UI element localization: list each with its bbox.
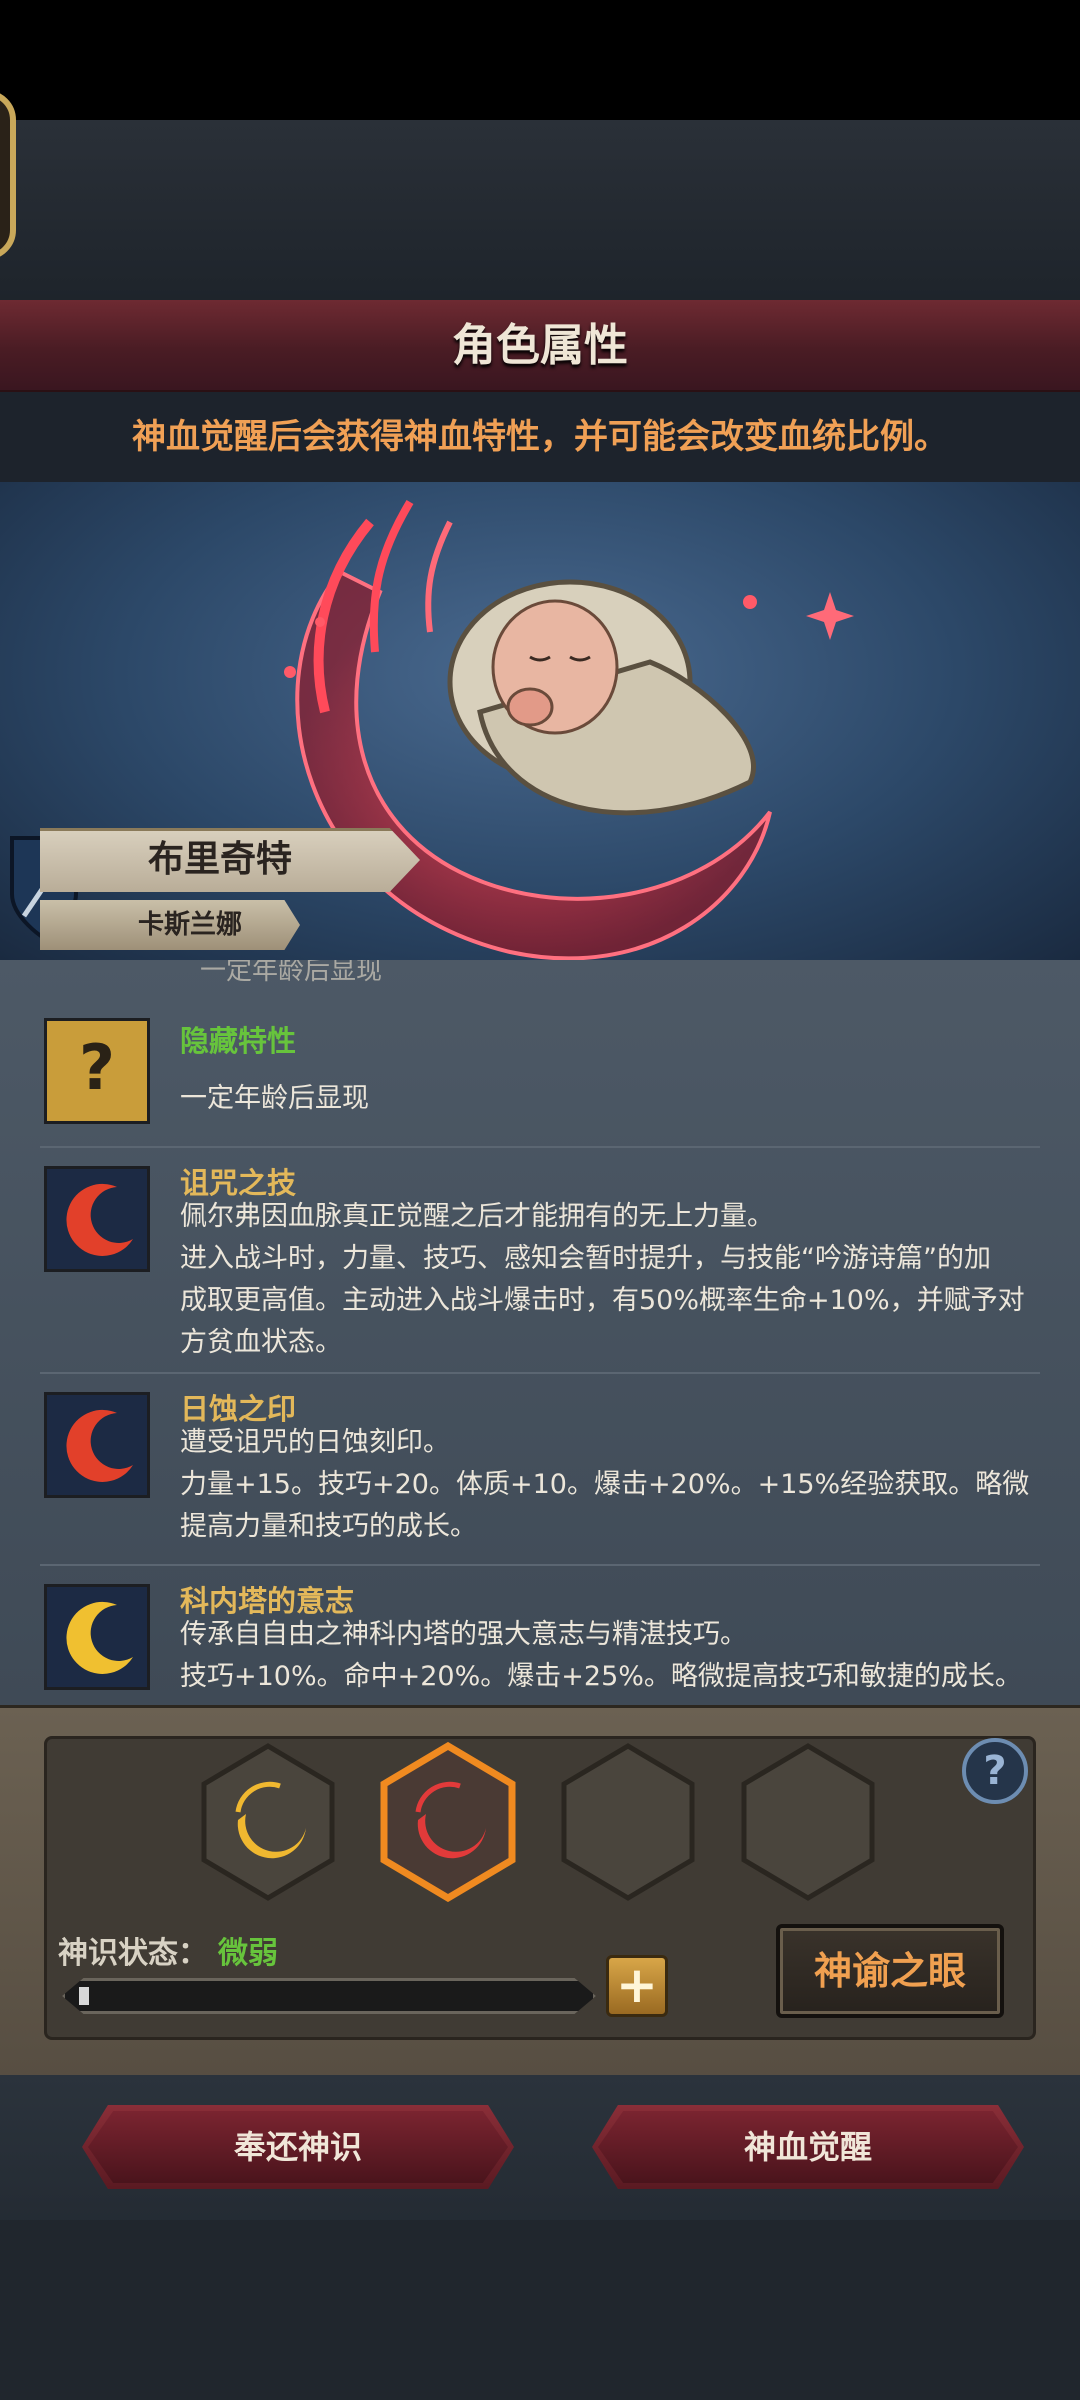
trait-description: 成取更高值。主动进入战斗爆击时，有50%概率生命+10%，并赋予对	[180, 1285, 1025, 1316]
notice-bar: 神血觉醒后会获得神血特性，并可能会改变血统比例。	[0, 392, 1080, 482]
bottom-dark-band	[0, 2220, 1080, 2400]
character-name-banner: 布里奇特	[0, 828, 420, 892]
return-divine-button[interactable]: 奉还神识	[82, 2105, 514, 2189]
awakening-notice: 神血觉醒后会获得神血特性，并可能会改变血统比例。	[132, 417, 948, 457]
character-name: 布里奇特	[147, 839, 292, 880]
return-divine-label: 奉还神识	[233, 2128, 362, 2166]
divine-status-value: 微弱	[218, 1936, 278, 1971]
plus-icon: +	[616, 1956, 658, 2014]
trait-name: 隐藏特性	[180, 1024, 297, 1058]
trait-divider	[40, 1564, 1040, 1566]
help-button[interactable]: ?	[962, 1738, 1028, 1804]
divine-status-label: 神识状态：	[58, 1936, 208, 1971]
top-dark-band	[0, 120, 1080, 300]
blood-awaken-label: 神血觉醒	[743, 2128, 872, 2166]
trait-description: 传承自自由之神科内塔的强大意志与精湛技巧。	[180, 1619, 747, 1650]
red-crescent-icon	[44, 1392, 150, 1498]
blood-awaken-button[interactable]: 神血觉醒	[592, 2105, 1024, 2189]
trait-description: 佩尔弗因血脉真正觉醒之后才能拥有的无上力量。	[180, 1201, 774, 1232]
trait-description: 技巧+10%。命中+20%。爆击+25%。略微提高技巧和敏捷的成长。	[180, 1661, 1022, 1692]
character-surname-banner: 卡斯兰娜	[40, 900, 300, 950]
trait-description: 力量+15。技巧+20。体质+10。爆击+20%。+15%经验获取。略微	[180, 1469, 1030, 1500]
svg-text:?: ?	[79, 1031, 115, 1104]
traits-list[interactable]: 一定年龄后显现 ? 隐藏特性 一定年龄后显现 诅咒之技 佩尔弗因血脉真正觉醒之后…	[0, 960, 1080, 1705]
help-icon: ?	[983, 1748, 1007, 1794]
page-title: 角色属性	[452, 320, 628, 371]
trait-description: 提高力量和技巧的成长。	[180, 1511, 477, 1542]
trait-description: 方贫血状态。	[180, 1327, 342, 1358]
oracle-eye-button[interactable]: 神谕之眼	[776, 1924, 1004, 2018]
red-crescent-slot-selected[interactable]	[378, 1742, 518, 1902]
empty-slot[interactable]	[738, 1742, 878, 1902]
trait-description: 遭受诅咒的日蚀刻印。	[180, 1427, 450, 1458]
divine-progress-fill	[79, 1987, 89, 2005]
question-mark-icon: ?	[44, 1018, 150, 1124]
trait-divider	[40, 1372, 1040, 1374]
divine-panel	[0, 1705, 1080, 2075]
frame-ornament	[0, 90, 16, 260]
trait-description: 进入战斗时，力量、技巧、感知会暂时提升，与技能“吟游诗篇”的加	[180, 1243, 991, 1274]
gold-crescent-slot[interactable]	[198, 1742, 338, 1902]
add-divine-button[interactable]: +	[606, 1955, 668, 2017]
cut-off-trait-text: 一定年龄后显现	[200, 960, 383, 986]
divine-progress-bar	[62, 1978, 596, 2014]
top-black-band	[0, 0, 1080, 120]
character-surname: 卡斯兰娜	[137, 910, 242, 940]
title-bar: 角色属性	[0, 300, 1080, 392]
oracle-eye-label: 神谕之眼	[813, 1949, 966, 1993]
red-crescent-icon	[44, 1166, 150, 1272]
trait-description: 一定年龄后显现	[180, 1083, 369, 1114]
gold-crescent-icon	[44, 1584, 150, 1690]
trait-divider	[40, 1146, 1040, 1148]
empty-slot[interactable]	[558, 1742, 698, 1902]
